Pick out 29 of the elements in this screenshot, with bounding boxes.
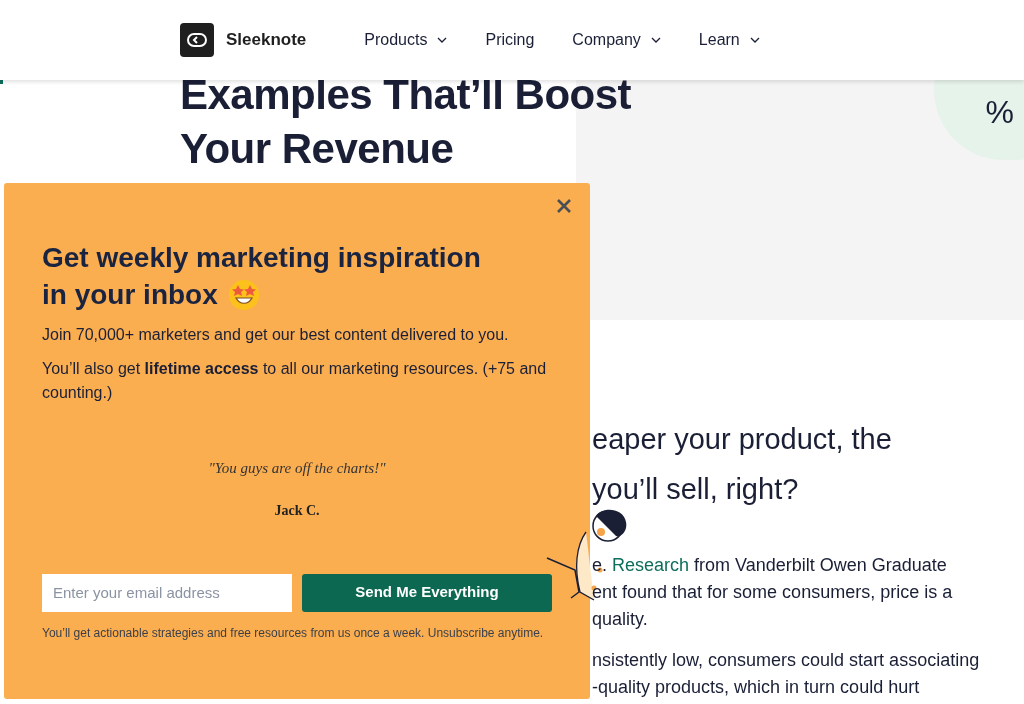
- email-field[interactable]: Enter your email address: [42, 573, 292, 612]
- disclaimer-text: You’ll get actionable strategies and free resources from us once a week. Unsubscribe anytime.: [42, 624, 545, 642]
- testimonial-author: Jack C.: [273, 501, 321, 520]
- paragraph-text: quality.: [592, 608, 648, 631]
- popup-text: You’ll also get lifetime access to all our marketing resources. (+75 and counting.): [42, 359, 547, 403]
- logo-icon[interactable]: [180, 23, 214, 57]
- article-heading: eaper your product, the: [592, 422, 893, 457]
- star-eyes-emoji-icon: [227, 278, 260, 311]
- paragraph-text: ent found that for some consumers, price is a: [592, 581, 953, 604]
- popup-text: Join 70,000+ marketers and get our best content delivered to you.: [42, 325, 510, 345]
- paragraph-text: nsistently low, consumers could start associating: [592, 649, 980, 672]
- logo-text[interactable]: Sleeknote: [226, 27, 307, 53]
- nav-link[interactable]: Products: [364, 28, 448, 52]
- hero-title: Examples That’ll Boost: [180, 70, 632, 120]
- article-heading: you’ll sell, right?: [592, 472, 800, 507]
- paragraph-text: e.: [592, 554, 608, 577]
- nav-link[interactable]: Learn: [698, 28, 760, 52]
- nav-link[interactable]: Pricing: [485, 28, 535, 52]
- popup-title: in your inbox: [42, 278, 218, 312]
- text-link[interactable]: Research: [612, 552, 690, 579]
- hero-title: Your Revenue: [180, 124, 454, 174]
- popup-title: Get weekly marketing inspiration: [42, 241, 481, 275]
- paragraph-text: from Vanderbilt Owen Graduate: [693, 554, 947, 577]
- percent-symbol: %: [985, 93, 1014, 132]
- nav-link[interactable]: Company: [572, 28, 661, 52]
- paragraph-text: -quality products, which in turn could hurt: [592, 676, 920, 699]
- testimonial-quote: "You guys are off the charts!": [207, 459, 387, 478]
- close-icon: [556, 198, 572, 214]
- submit-button[interactable]: Send Me Everything: [302, 573, 552, 612]
